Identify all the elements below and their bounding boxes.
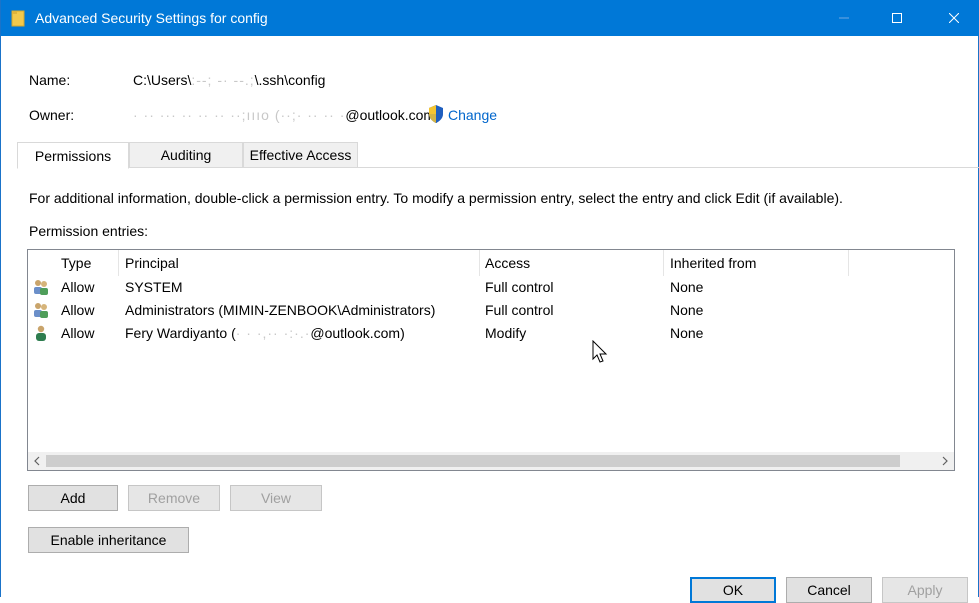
maximize-icon [892, 13, 902, 23]
mouse-pointer-icon [592, 340, 608, 363]
uac-shield-icon [429, 105, 443, 123]
permission-entries-list[interactable]: Type Principal Access Inherited from All… [27, 249, 955, 471]
cell-access: Modify [485, 325, 527, 341]
enable-inheritance-button[interactable]: Enable inheritance [28, 527, 189, 553]
name-value-prefix: C:\Users\ [133, 72, 192, 88]
cell-principal: Administrators (MIMIN-ZENBOOK\Administra… [125, 302, 436, 318]
owner-value-redacted: · ·· ··· ·· ·· ·· ··;ıııo (··; [133, 107, 297, 123]
close-button[interactable] [931, 0, 977, 36]
instructions-text: For additional information, double-click… [29, 190, 843, 206]
list-header: Type Principal Access Inherited from [28, 250, 954, 276]
column-header-type[interactable]: Type [61, 255, 91, 271]
cell-inherited-from: None [670, 325, 704, 341]
cancel-button[interactable]: Cancel [786, 577, 872, 603]
group-users-icon [34, 280, 48, 295]
advanced-security-settings-window: Advanced Security Settings for config Na… [0, 0, 979, 603]
cell-principal-prefix: Fery Wardiyanto ( [125, 325, 236, 341]
column-separator [118, 250, 119, 276]
column-separator [848, 250, 849, 276]
ok-button[interactable]: OK [690, 577, 776, 603]
cell-principal-suffix: @outlook.com) [310, 325, 405, 341]
scroll-left-button[interactable] [28, 452, 46, 470]
horizontal-scrollbar[interactable] [28, 452, 954, 470]
maximize-button[interactable] [874, 0, 920, 36]
folder-icon [11, 10, 25, 27]
column-separator [663, 250, 664, 276]
table-row[interactable]: Allow SYSTEM Full control None [28, 276, 954, 299]
chevron-right-icon [942, 456, 948, 466]
chevron-left-icon [34, 456, 40, 466]
change-owner-link[interactable]: Change [448, 107, 497, 123]
column-header-access[interactable]: Access [485, 255, 530, 271]
cell-access: Full control [485, 279, 554, 295]
group-users-icon [34, 303, 48, 318]
apply-button[interactable]: Apply [882, 577, 968, 603]
cell-principal: Fery Wardiyanto (· · ·,·· ·:·.·@outlook.… [125, 325, 405, 341]
view-button[interactable]: View [230, 485, 322, 511]
scrollbar-thumb[interactable] [46, 455, 900, 467]
minimize-icon [839, 17, 849, 19]
owner-value-suffix: @outlook.com) [345, 107, 440, 123]
title-bar[interactable]: Advanced Security Settings for config [1, 0, 979, 36]
cell-type: Allow [61, 302, 95, 318]
owner-value: · ·· ··· ·· ·· ·· ··;ıııo (··;· ·· ·· ·@… [133, 107, 440, 123]
cell-principal-redacted: · · ·,·· ·:·.· [235, 325, 311, 341]
cell-inherited-from: None [670, 279, 704, 295]
column-header-principal[interactable]: Principal [125, 255, 179, 271]
table-row[interactable]: Allow Fery Wardiyanto (· · ·,·· ·:·.·@ou… [28, 322, 954, 345]
column-separator [479, 250, 480, 276]
remove-button[interactable]: Remove [128, 485, 220, 511]
close-icon [949, 13, 959, 23]
name-label: Name: [29, 72, 71, 88]
name-value-suffix: \.ssh\config [254, 72, 326, 88]
owner-value-redacted-2: · ·· ·· · [296, 107, 346, 123]
window-title: Advanced Security Settings for config [35, 10, 268, 26]
name-value-redacted: :--; -· --.; [191, 72, 255, 88]
tab-effective-access[interactable]: Effective Access [243, 142, 358, 168]
user-icon [36, 325, 46, 341]
cell-principal: SYSTEM [125, 279, 183, 295]
cell-type: Allow [61, 325, 95, 341]
cell-inherited-from: None [670, 302, 704, 318]
column-header-inherited-from[interactable]: Inherited from [670, 255, 756, 271]
cell-access: Full control [485, 302, 554, 318]
minimize-button[interactable] [821, 0, 867, 36]
tab-permissions[interactable]: Permissions [17, 142, 129, 169]
add-button[interactable]: Add [28, 485, 118, 511]
name-value: C:\Users\:--; -· --.;\.ssh\config [133, 72, 325, 88]
owner-label: Owner: [29, 107, 75, 123]
scroll-right-button[interactable] [936, 452, 954, 470]
cell-type: Allow [61, 279, 95, 295]
permission-entries-label: Permission entries: [29, 223, 149, 239]
tab-auditing[interactable]: Auditing [129, 142, 243, 168]
table-row[interactable]: Allow Administrators (MIMIN-ZENBOOK\Admi… [28, 299, 954, 322]
